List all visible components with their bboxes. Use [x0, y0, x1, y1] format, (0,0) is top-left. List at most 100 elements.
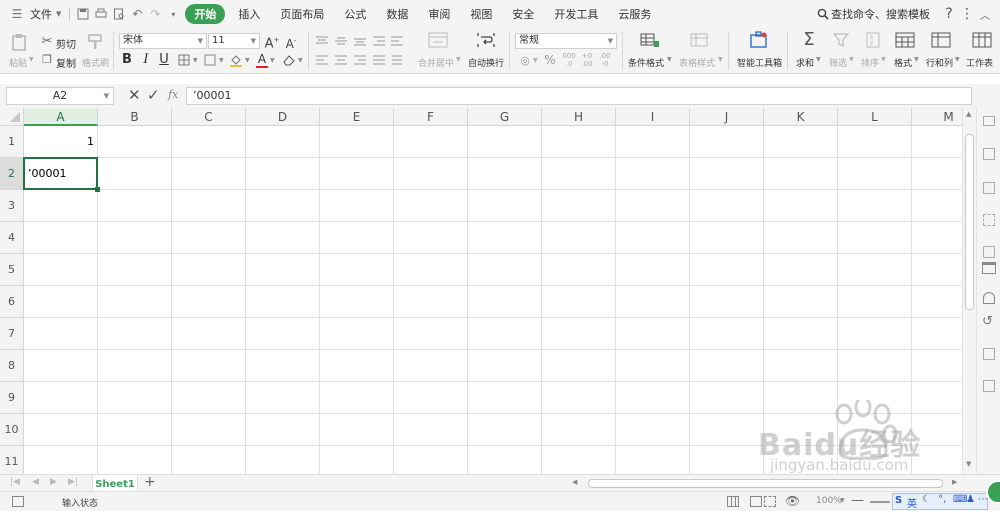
column-header-m[interactable]: M [912, 108, 962, 126]
column-header-a[interactable]: A [24, 108, 98, 126]
cell-a1[interactable]: 1 [28, 126, 94, 158]
worksheet-icon[interactable] [972, 32, 992, 50]
share-icon[interactable] [983, 292, 995, 304]
align-middle-icon[interactable] [334, 36, 348, 50]
format-painter-icon[interactable] [87, 33, 103, 51]
hamburger-menu-icon[interactable]: ☰ [8, 5, 26, 23]
align-bottom-icon[interactable] [353, 36, 367, 50]
conditional-format-icon[interactable] [640, 32, 660, 50]
print-preview-icon[interactable] [110, 5, 128, 23]
column-header-i[interactable]: I [616, 108, 690, 126]
row-col-dropdown[interactable]: ▼ [955, 56, 960, 63]
scroll-top-icon[interactable] [983, 116, 995, 126]
collapse-ribbon-icon[interactable]: ︿ [976, 5, 994, 23]
ime-user-icon[interactable]: ♟ [966, 494, 975, 505]
tab-security[interactable]: 安全 [502, 6, 544, 22]
column-header-e[interactable]: E [320, 108, 394, 126]
align-center-icon[interactable] [334, 55, 348, 69]
worksheet-button[interactable]: 工作表 [966, 56, 993, 69]
vertical-scroll-thumb[interactable] [965, 134, 974, 310]
insert-function-button[interactable]: fx [168, 88, 178, 101]
row-header-6[interactable]: 6 [0, 286, 24, 318]
next-sheet-icon[interactable]: ▶ [50, 477, 57, 487]
paste-dropdown[interactable]: ▼ [29, 56, 34, 63]
print-icon[interactable] [92, 5, 110, 23]
font-color-icon[interactable]: A [256, 52, 268, 68]
cell-a2[interactable]: ’00001 [28, 158, 94, 190]
zoom-dropdown[interactable]: ▼ [840, 497, 845, 504]
merge-center-icon[interactable] [427, 32, 449, 50]
paste-button[interactable]: 粘贴 [9, 56, 27, 69]
more-options-icon[interactable]: ⋮ [958, 5, 976, 23]
borders-icon[interactable] [177, 54, 191, 66]
row-header-5[interactable]: 5 [0, 254, 24, 286]
sort-button[interactable]: 排序 [861, 56, 879, 69]
scroll-up-icon[interactable]: ▲ [966, 110, 971, 118]
table-style-dropdown[interactable]: ▼ [718, 56, 723, 63]
increase-decimal-icon[interactable]: +0.00 [580, 52, 594, 68]
column-header-j[interactable]: J [690, 108, 764, 126]
format-dropdown[interactable]: ▼ [914, 56, 919, 63]
tab-developer[interactable]: 开发工具 [544, 6, 608, 22]
formula-input[interactable]: ’00001 [186, 87, 972, 105]
row-header-7[interactable]: 7 [0, 318, 24, 350]
paste-icon[interactable] [10, 33, 28, 51]
thousands-separator-icon[interactable]: 000.0 [562, 52, 576, 68]
toolbox-icon[interactable] [983, 380, 995, 392]
scroll-left-icon[interactable]: ◀ [572, 478, 577, 486]
distributed-icon[interactable] [390, 55, 404, 69]
increase-font-size-icon[interactable]: A+ [264, 33, 280, 51]
decrease-font-size-icon[interactable]: A- [283, 34, 299, 51]
ime-punct-icon[interactable]: °, [938, 494, 946, 505]
scroll-down-icon[interactable]: ▼ [966, 460, 971, 468]
cut-button[interactable]: 剪切 [56, 36, 76, 51]
font-color-dropdown[interactable]: ▼ [270, 57, 275, 64]
clear-format-dropdown[interactable]: ▼ [298, 57, 303, 64]
format-painter-button[interactable]: 格式刷 [82, 56, 109, 69]
properties-icon[interactable] [983, 148, 995, 160]
column-header-g[interactable]: G [468, 108, 542, 126]
sort-icon[interactable]: AZ [864, 32, 882, 50]
command-search[interactable]: 查找命令、搜索模板 [817, 6, 930, 22]
align-left-icon[interactable] [315, 55, 329, 69]
column-header-c[interactable]: C [172, 108, 246, 126]
last-sheet-icon[interactable]: ▶| [68, 477, 78, 487]
tab-home[interactable]: 开始 [185, 4, 226, 24]
tab-page-layout[interactable]: 页面布局 [270, 6, 334, 22]
row-header-8[interactable]: 8 [0, 350, 24, 382]
merge-center-button[interactable]: 合并居中 [418, 56, 454, 69]
smart-toolbox-icon[interactable] [749, 31, 769, 51]
prev-sheet-icon[interactable]: ◀ [32, 477, 39, 487]
column-header-f[interactable]: F [394, 108, 468, 126]
font-size-select[interactable]: 11 ▼ [208, 33, 260, 49]
column-header-b[interactable]: B [98, 108, 172, 126]
wrap-text-icon[interactable] [476, 32, 496, 50]
zoom-out-button[interactable]: — [851, 493, 864, 508]
percent-format-button[interactable]: % [543, 53, 557, 67]
format-icon[interactable] [895, 32, 915, 50]
sheet-tab-sheet1[interactable]: Sheet1 [92, 475, 138, 492]
tab-insert[interactable]: 插入 [228, 6, 270, 22]
sum-icon[interactable]: Σ [799, 31, 819, 49]
table-style-button[interactable]: 表格样式 [679, 56, 715, 69]
tab-cloud-services[interactable]: 云服务 [608, 6, 661, 22]
align-right-icon[interactable] [353, 55, 367, 69]
indent-decrease-icon[interactable] [372, 36, 386, 50]
borders-dropdown[interactable]: ▼ [193, 57, 198, 64]
macro-record-icon[interactable] [12, 496, 24, 507]
function-icon[interactable] [983, 246, 995, 258]
reading-mode-icon[interactable]: 👁 [785, 494, 800, 508]
sum-dropdown[interactable]: ▼ [816, 56, 821, 63]
scroll-right-icon[interactable]: ▶ [952, 478, 957, 486]
underline-button[interactable]: U [158, 53, 170, 67]
tab-formulas[interactable]: 公式 [334, 6, 376, 22]
conditional-format-button[interactable]: 条件格式 [628, 56, 664, 69]
justify-icon[interactable] [372, 55, 386, 69]
smart-toolbox-button[interactable]: 智能工具箱 [737, 56, 782, 69]
align-top-icon[interactable] [315, 36, 329, 50]
redo-icon[interactable]: ↷ [146, 5, 164, 23]
row-header-11[interactable]: 11 [0, 446, 24, 474]
tab-review[interactable]: 审阅 [418, 6, 460, 22]
row-header-3[interactable]: 3 [0, 190, 24, 222]
horizontal-scroll-thumb[interactable] [588, 479, 943, 488]
